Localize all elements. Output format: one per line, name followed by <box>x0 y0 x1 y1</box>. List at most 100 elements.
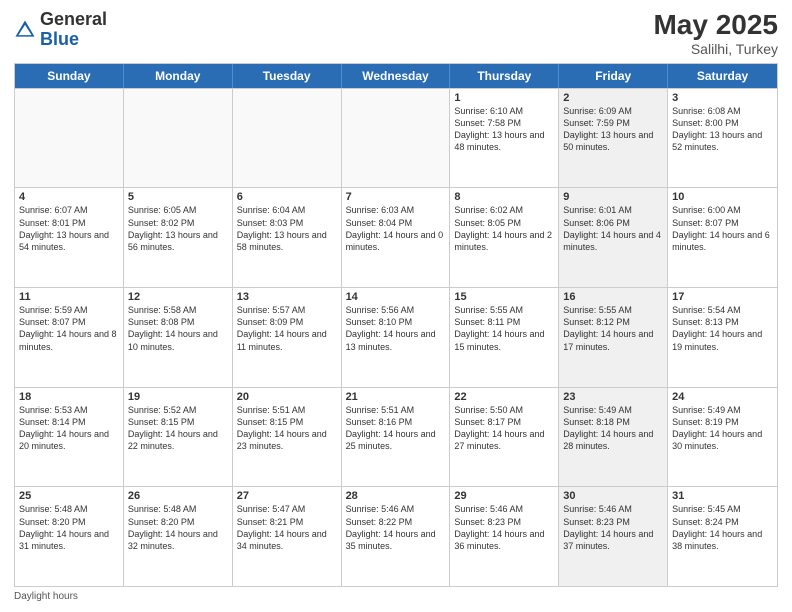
calendar-header-cell: Tuesday <box>233 64 342 88</box>
day-number: 16 <box>563 291 663 303</box>
calendar-cell: 31Sunrise: 5:45 AM Sunset: 8:24 PM Dayli… <box>668 487 777 586</box>
cell-details: Sunrise: 5:56 AM Sunset: 8:10 PM Dayligh… <box>346 304 446 353</box>
calendar-cell: 29Sunrise: 5:46 AM Sunset: 8:23 PM Dayli… <box>450 487 559 586</box>
cell-details: Sunrise: 5:54 AM Sunset: 8:13 PM Dayligh… <box>672 304 773 353</box>
day-number: 11 <box>19 291 119 303</box>
cell-details: Sunrise: 5:47 AM Sunset: 8:21 PM Dayligh… <box>237 503 337 552</box>
calendar-cell: 26Sunrise: 5:48 AM Sunset: 8:20 PM Dayli… <box>124 487 233 586</box>
day-number: 13 <box>237 291 337 303</box>
cell-details: Sunrise: 5:48 AM Sunset: 8:20 PM Dayligh… <box>19 503 119 552</box>
cell-details: Sunrise: 5:46 AM Sunset: 8:23 PM Dayligh… <box>454 503 554 552</box>
cell-details: Sunrise: 5:52 AM Sunset: 8:15 PM Dayligh… <box>128 404 228 453</box>
calendar-cell <box>15 89 124 188</box>
cell-details: Sunrise: 5:55 AM Sunset: 8:12 PM Dayligh… <box>563 304 663 353</box>
day-number: 1 <box>454 92 554 104</box>
day-number: 26 <box>128 490 228 502</box>
day-number: 17 <box>672 291 773 303</box>
cell-details: Sunrise: 5:51 AM Sunset: 8:16 PM Dayligh… <box>346 404 446 453</box>
header: General Blue May 2025 Salilhi, Turkey <box>14 10 778 57</box>
day-number: 21 <box>346 391 446 403</box>
month-year: May 2025 <box>653 10 778 41</box>
day-number: 27 <box>237 490 337 502</box>
cell-details: Sunrise: 5:45 AM Sunset: 8:24 PM Dayligh… <box>672 503 773 552</box>
cell-details: Sunrise: 5:57 AM Sunset: 8:09 PM Dayligh… <box>237 304 337 353</box>
calendar-row: 1Sunrise: 6:10 AM Sunset: 7:58 PM Daylig… <box>15 88 777 188</box>
day-number: 8 <box>454 191 554 203</box>
cell-details: Sunrise: 6:10 AM Sunset: 7:58 PM Dayligh… <box>454 105 554 154</box>
calendar-row: 4Sunrise: 6:07 AM Sunset: 8:01 PM Daylig… <box>15 187 777 287</box>
cell-details: Sunrise: 6:08 AM Sunset: 8:00 PM Dayligh… <box>672 105 773 154</box>
day-number: 22 <box>454 391 554 403</box>
cell-details: Sunrise: 5:49 AM Sunset: 8:19 PM Dayligh… <box>672 404 773 453</box>
day-number: 20 <box>237 391 337 403</box>
day-number: 6 <box>237 191 337 203</box>
cell-details: Sunrise: 6:05 AM Sunset: 8:02 PM Dayligh… <box>128 204 228 253</box>
day-number: 18 <box>19 391 119 403</box>
calendar-header-cell: Thursday <box>450 64 559 88</box>
logo-icon <box>14 19 36 41</box>
day-number: 9 <box>563 191 663 203</box>
calendar-cell: 30Sunrise: 5:46 AM Sunset: 8:23 PM Dayli… <box>559 487 668 586</box>
day-number: 4 <box>19 191 119 203</box>
calendar-cell: 24Sunrise: 5:49 AM Sunset: 8:19 PM Dayli… <box>668 388 777 487</box>
cell-details: Sunrise: 6:01 AM Sunset: 8:06 PM Dayligh… <box>563 204 663 253</box>
page: General Blue May 2025 Salilhi, Turkey Su… <box>0 0 792 612</box>
cell-details: Sunrise: 6:02 AM Sunset: 8:05 PM Dayligh… <box>454 204 554 253</box>
cell-details: Sunrise: 5:46 AM Sunset: 8:22 PM Dayligh… <box>346 503 446 552</box>
calendar-cell <box>124 89 233 188</box>
location: Salilhi, Turkey <box>653 41 778 57</box>
calendar-cell: 28Sunrise: 5:46 AM Sunset: 8:22 PM Dayli… <box>342 487 451 586</box>
calendar-cell: 15Sunrise: 5:55 AM Sunset: 8:11 PM Dayli… <box>450 288 559 387</box>
footer-note-text: Daylight hours <box>14 591 78 602</box>
logo-general-text: General <box>40 9 107 29</box>
calendar-cell: 8Sunrise: 6:02 AM Sunset: 8:05 PM Daylig… <box>450 188 559 287</box>
day-number: 31 <box>672 490 773 502</box>
calendar-cell: 21Sunrise: 5:51 AM Sunset: 8:16 PM Dayli… <box>342 388 451 487</box>
cell-details: Sunrise: 6:04 AM Sunset: 8:03 PM Dayligh… <box>237 204 337 253</box>
calendar-cell: 17Sunrise: 5:54 AM Sunset: 8:13 PM Dayli… <box>668 288 777 387</box>
calendar-cell <box>342 89 451 188</box>
day-number: 23 <box>563 391 663 403</box>
calendar-cell: 19Sunrise: 5:52 AM Sunset: 8:15 PM Dayli… <box>124 388 233 487</box>
calendar-cell: 20Sunrise: 5:51 AM Sunset: 8:15 PM Dayli… <box>233 388 342 487</box>
cell-details: Sunrise: 5:53 AM Sunset: 8:14 PM Dayligh… <box>19 404 119 453</box>
cell-details: Sunrise: 5:48 AM Sunset: 8:20 PM Dayligh… <box>128 503 228 552</box>
calendar-header-cell: Saturday <box>668 64 777 88</box>
calendar-cell <box>233 89 342 188</box>
day-number: 28 <box>346 490 446 502</box>
cell-details: Sunrise: 6:00 AM Sunset: 8:07 PM Dayligh… <box>672 204 773 253</box>
calendar-cell: 12Sunrise: 5:58 AM Sunset: 8:08 PM Dayli… <box>124 288 233 387</box>
calendar-cell: 2Sunrise: 6:09 AM Sunset: 7:59 PM Daylig… <box>559 89 668 188</box>
day-number: 24 <box>672 391 773 403</box>
calendar-cell: 23Sunrise: 5:49 AM Sunset: 8:18 PM Dayli… <box>559 388 668 487</box>
cell-details: Sunrise: 5:46 AM Sunset: 8:23 PM Dayligh… <box>563 503 663 552</box>
calendar-cell: 22Sunrise: 5:50 AM Sunset: 8:17 PM Dayli… <box>450 388 559 487</box>
calendar-cell: 1Sunrise: 6:10 AM Sunset: 7:58 PM Daylig… <box>450 89 559 188</box>
day-number: 15 <box>454 291 554 303</box>
cell-details: Sunrise: 5:51 AM Sunset: 8:15 PM Dayligh… <box>237 404 337 453</box>
calendar-cell: 7Sunrise: 6:03 AM Sunset: 8:04 PM Daylig… <box>342 188 451 287</box>
day-number: 5 <box>128 191 228 203</box>
day-number: 25 <box>19 490 119 502</box>
calendar-cell: 10Sunrise: 6:00 AM Sunset: 8:07 PM Dayli… <box>668 188 777 287</box>
cell-details: Sunrise: 6:09 AM Sunset: 7:59 PM Dayligh… <box>563 105 663 154</box>
day-number: 19 <box>128 391 228 403</box>
calendar-header-cell: Friday <box>559 64 668 88</box>
cell-details: Sunrise: 5:59 AM Sunset: 8:07 PM Dayligh… <box>19 304 119 353</box>
calendar-body: 1Sunrise: 6:10 AM Sunset: 7:58 PM Daylig… <box>15 88 777 586</box>
logo: General Blue <box>14 10 107 50</box>
calendar-cell: 9Sunrise: 6:01 AM Sunset: 8:06 PM Daylig… <box>559 188 668 287</box>
day-number: 7 <box>346 191 446 203</box>
day-number: 14 <box>346 291 446 303</box>
calendar-cell: 11Sunrise: 5:59 AM Sunset: 8:07 PM Dayli… <box>15 288 124 387</box>
logo-blue-text: Blue <box>40 29 79 49</box>
day-number: 12 <box>128 291 228 303</box>
title-block: May 2025 Salilhi, Turkey <box>653 10 778 57</box>
calendar-cell: 25Sunrise: 5:48 AM Sunset: 8:20 PM Dayli… <box>15 487 124 586</box>
calendar-header-cell: Monday <box>124 64 233 88</box>
logo-text: General Blue <box>40 10 107 50</box>
calendar-header-row: SundayMondayTuesdayWednesdayThursdayFrid… <box>15 64 777 88</box>
cell-details: Sunrise: 5:49 AM Sunset: 8:18 PM Dayligh… <box>563 404 663 453</box>
calendar: SundayMondayTuesdayWednesdayThursdayFrid… <box>14 63 778 587</box>
day-number: 2 <box>563 92 663 104</box>
